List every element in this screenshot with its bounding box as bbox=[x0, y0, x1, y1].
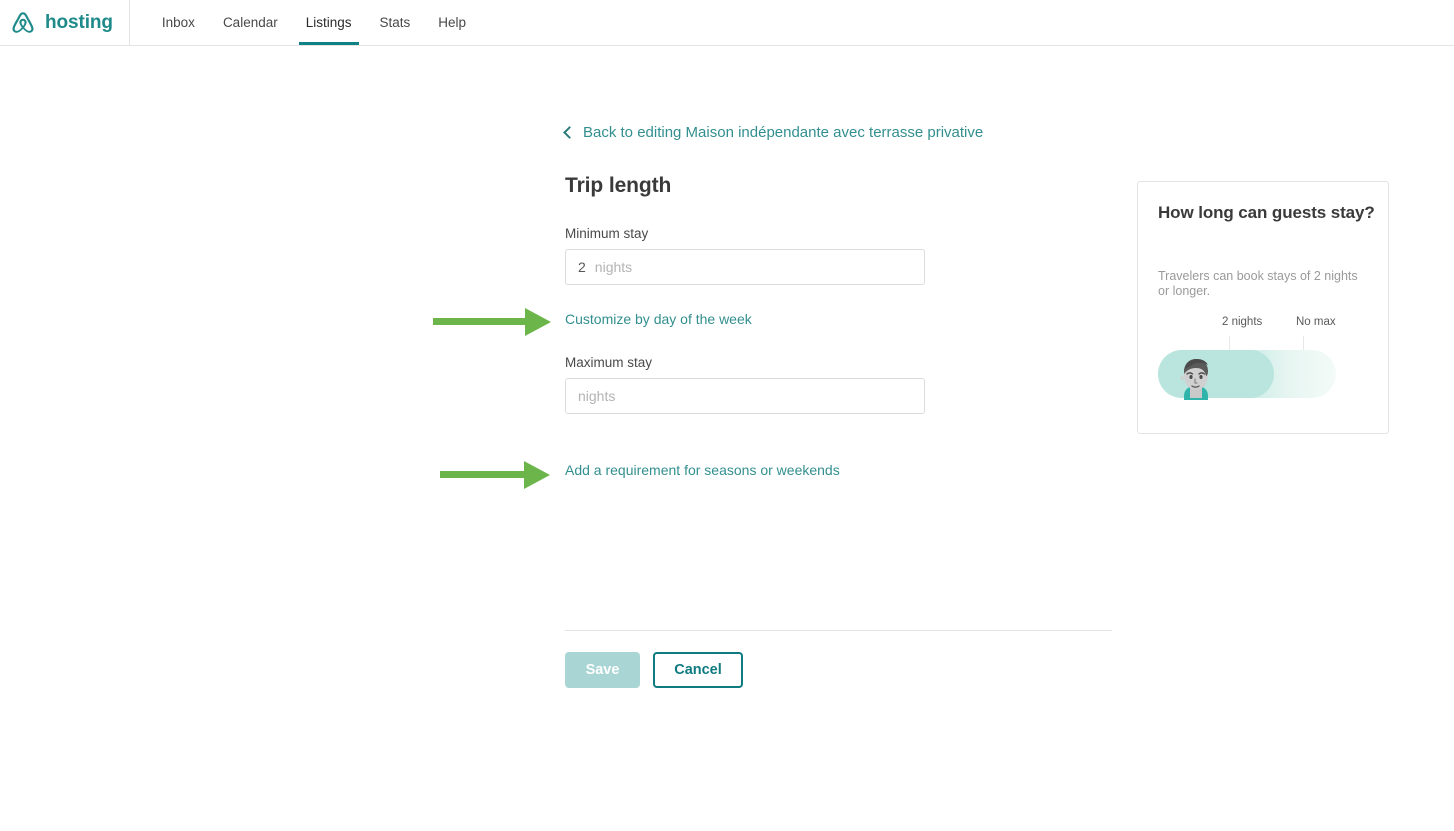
primary-nav: Inbox Calendar Listings Stats Help bbox=[130, 0, 480, 45]
trip-length-form: Trip length Minimum stay 2 nights Custom… bbox=[565, 174, 1113, 480]
help-card-title: How long can guests stay? bbox=[1158, 203, 1375, 222]
maximum-stay-input[interactable]: nights bbox=[565, 378, 925, 414]
nav-item-calendar[interactable]: Calendar bbox=[209, 0, 292, 45]
stay-range-bar bbox=[1158, 350, 1336, 400]
customize-by-day-link[interactable]: Customize by day of the week bbox=[565, 311, 752, 327]
stay-range-illustration: 2 nights No max bbox=[1138, 310, 1388, 400]
brand-home-link[interactable]: hosting bbox=[0, 0, 130, 45]
nav-item-stats[interactable]: Stats bbox=[366, 0, 425, 45]
form-actions: Save Cancel bbox=[565, 652, 743, 688]
customize-row: Customize by day of the week bbox=[565, 311, 1113, 329]
brand-name: hosting bbox=[45, 11, 113, 33]
green-arrow-shaft bbox=[433, 318, 527, 325]
top-header: hosting Inbox Calendar Listings Stats He… bbox=[0, 0, 1454, 46]
maximum-stay-placeholder: nights bbox=[578, 388, 616, 404]
nav-item-inbox[interactable]: Inbox bbox=[148, 0, 209, 45]
add-season-requirement-link[interactable]: Add a requirement for seasons or weekend… bbox=[565, 462, 840, 478]
minimum-stay-unit: nights bbox=[594, 259, 633, 275]
green-arrow-right-icon bbox=[524, 460, 550, 489]
help-card: How long can guests stay? Travelers can … bbox=[1137, 181, 1389, 434]
max-tick-label: No max bbox=[1296, 316, 1336, 328]
form-divider bbox=[565, 630, 1112, 631]
minimum-stay-input[interactable]: 2 nights bbox=[565, 249, 925, 285]
save-button[interactable]: Save bbox=[565, 652, 640, 688]
back-to-editing-link[interactable]: Back to editing Maison indépendante avec… bbox=[563, 124, 984, 141]
min-tick-label: 2 nights bbox=[1222, 316, 1263, 328]
green-arrow-right-icon bbox=[525, 307, 551, 336]
minimum-stay-label: Minimum stay bbox=[565, 226, 649, 241]
traveler-avatar-illustration bbox=[1164, 352, 1228, 414]
airbnb-belo-icon bbox=[10, 10, 36, 36]
minimum-stay-group: Minimum stay 2 nights bbox=[565, 226, 1113, 285]
cancel-button[interactable]: Cancel bbox=[653, 652, 743, 688]
nav-item-listings[interactable]: Listings bbox=[292, 0, 366, 45]
minimum-stay-value: 2 bbox=[578, 259, 586, 275]
chevron-left-icon bbox=[563, 125, 576, 139]
nav-item-help[interactable]: Help bbox=[424, 0, 480, 45]
green-arrow-shaft bbox=[440, 471, 526, 478]
help-card-description: Travelers can book stays of 2 nights or … bbox=[1158, 269, 1358, 299]
back-link-label: Back to editing Maison indépendante avec… bbox=[583, 124, 984, 141]
season-row: Add a requirement for seasons or weekend… bbox=[565, 462, 1113, 480]
maximum-stay-group: Maximum stay nights bbox=[565, 355, 1113, 414]
page-body: Back to editing Maison indépendante avec… bbox=[0, 46, 1454, 831]
arrow-to-customize-link bbox=[433, 307, 553, 338]
arrow-to-season-link bbox=[440, 460, 552, 491]
page-title: Trip length bbox=[565, 174, 672, 197]
maximum-stay-label: Maximum stay bbox=[565, 355, 653, 370]
